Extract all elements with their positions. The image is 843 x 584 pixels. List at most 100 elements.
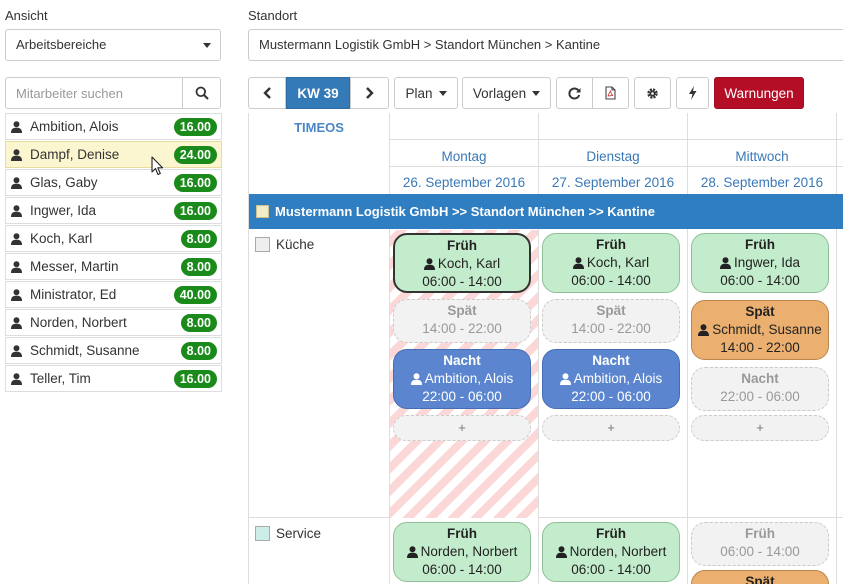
refresh-button[interactable] (556, 77, 593, 109)
standort-select[interactable]: Mustermann Logistik GmbH > Standort Münc… (248, 29, 843, 61)
employee-item[interactable]: Koch, Karl 8.00 (5, 225, 222, 252)
lightning-icon (689, 86, 697, 100)
shift-title: Spät (745, 574, 775, 584)
plan-dropdown[interactable]: Plan (394, 77, 458, 109)
employee-name: Glas, Gaby (30, 175, 98, 190)
employee-item[interactable]: Norden, Norbert 8.00 (5, 309, 222, 336)
hours-badge: 40.00 (173, 285, 217, 304)
day-name: Mittwoch (735, 149, 789, 164)
employee-name: Ambition, Alois (30, 119, 119, 134)
shift-card[interactable]: Früh Ingwer, Ida 06:00 - 14:00 (691, 233, 829, 293)
chevron-down-icon (203, 43, 211, 48)
hours-badge: 16.00 (173, 201, 217, 220)
person-icon (555, 546, 567, 558)
location-color-swatch (256, 205, 269, 218)
employee-item[interactable]: Ambition, Alois 16.00 (5, 113, 222, 140)
shift-time: 14:00 - 22:00 (720, 340, 800, 355)
shift-time: 06:00 - 14:00 (422, 274, 502, 289)
employee-search (5, 77, 221, 109)
hours-badge: 8.00 (180, 313, 217, 332)
shift-title: Spät (447, 303, 477, 318)
person-icon (11, 372, 22, 385)
next-week-button[interactable] (350, 77, 389, 109)
standort-value: Mustermann Logistik GmbH > Standort Münc… (259, 37, 601, 52)
standort-label: Standort (248, 8, 298, 23)
week-button[interactable]: KW 39 (286, 77, 350, 109)
settings-button[interactable] (634, 77, 671, 109)
employee-item[interactable]: Ministrator, Ed 40.00 (5, 281, 222, 308)
prev-week-button[interactable] (248, 77, 286, 109)
search-button[interactable] (182, 78, 220, 108)
employee-name: Schmidt, Susanne (30, 343, 140, 358)
shift-person: Koch, Karl (395, 255, 529, 273)
hours-badge: 8.00 (180, 257, 217, 276)
employee-item[interactable]: Ingwer, Ida 16.00 (5, 197, 222, 224)
shift-card[interactable]: Früh Norden, Norbert 06:00 - 14:00 (393, 522, 531, 582)
gear-icon (647, 87, 658, 99)
shift-title: Früh (447, 238, 477, 253)
chevron-right-icon (366, 87, 374, 99)
location-bar-label: Mustermann Logistik GmbH >> Standort Mün… (275, 204, 655, 219)
shift-person: Norden, Norbert (543, 543, 679, 561)
shift-title: Spät (596, 303, 626, 318)
group-label: Küche (276, 237, 315, 252)
search-input[interactable] (6, 78, 182, 108)
employee-item[interactable]: Teller, Tim 16.00 (5, 365, 222, 392)
group-color-swatch (255, 237, 270, 252)
pdf-button[interactable] (592, 77, 629, 109)
employee-item[interactable]: Messer, Martin 8.00 (5, 253, 222, 280)
search-icon (195, 86, 209, 100)
group-service[interactable]: Service (255, 526, 321, 541)
person-icon (423, 258, 435, 270)
group-kueche[interactable]: Küche (255, 237, 314, 252)
employee-item[interactable]: Schmidt, Susanne 8.00 (5, 337, 222, 364)
employee-name: Koch, Karl (30, 231, 93, 246)
shift-card[interactable]: Nacht 22:00 - 06:00 (691, 367, 829, 411)
hours-badge: 16.00 (173, 369, 217, 388)
flash-button[interactable] (676, 77, 709, 109)
shift-card[interactable]: Spät Schmidt, Susanne 14:00 - 22:00 (691, 300, 829, 360)
ansicht-select[interactable]: Arbeitsbereiche (5, 29, 221, 61)
add-shift-button[interactable]: + (691, 415, 829, 441)
employee-name: Messer, Martin (30, 259, 119, 274)
hours-badge: 16.00 (173, 117, 217, 136)
shift-card[interactable]: Spät 14:00 - 22:00 (393, 299, 531, 343)
employee-item[interactable]: Glas, Gaby 16.00 (5, 169, 222, 196)
vorlagen-dropdown[interactable]: Vorlagen (462, 77, 551, 109)
caret-down-icon (532, 90, 541, 96)
calendar-grid: TIMEOS Montag Dienstag Mittwoch 26. Sept… (248, 113, 843, 584)
person-icon (11, 120, 22, 133)
employee-name: Ministrator, Ed (30, 287, 117, 302)
shift-card[interactable]: Spät (691, 570, 829, 584)
shift-title: Früh (745, 526, 775, 541)
add-shift-button[interactable]: + (542, 415, 680, 441)
shift-card[interactable]: Nacht Ambition, Alois 22:00 - 06:00 (542, 349, 680, 409)
refresh-icon (568, 87, 581, 99)
shift-card[interactable]: Früh Koch, Karl 06:00 - 14:00 (393, 233, 531, 293)
shift-title: Früh (745, 237, 775, 252)
shift-card[interactable]: Spät 14:00 - 22:00 (542, 299, 680, 343)
shift-card[interactable]: Nacht Ambition, Alois 22:00 - 06:00 (393, 349, 531, 409)
person-icon (11, 204, 22, 217)
person-icon (11, 148, 22, 161)
employee-item[interactable]: Dampf, Denise 24.00 (5, 141, 222, 168)
shift-title: Nacht (592, 353, 630, 368)
location-bar[interactable]: Mustermann Logistik GmbH >> Standort Mün… (249, 194, 843, 229)
ansicht-select-value: Arbeitsbereiche (16, 37, 107, 52)
caret-down-icon (438, 90, 447, 96)
shift-card[interactable]: Früh Koch, Karl 06:00 - 14:00 (542, 233, 680, 293)
add-shift-button[interactable]: + (393, 415, 531, 441)
shift-time: 06:00 - 14:00 (720, 273, 800, 288)
brand-logo: TIMEOS (294, 120, 344, 135)
shift-card[interactable]: Früh Norden, Norbert 06:00 - 14:00 (542, 522, 680, 582)
shift-time: 06:00 - 14:00 (571, 562, 651, 577)
person-icon (11, 260, 22, 273)
day-name: Montag (441, 149, 487, 164)
warnings-button[interactable]: Warnungen (714, 77, 804, 109)
person-icon (11, 288, 22, 301)
shift-time: 06:00 - 14:00 (720, 544, 800, 559)
person-icon (698, 324, 710, 336)
shift-card[interactable]: Früh 06:00 - 14:00 (691, 522, 829, 566)
shift-time: 14:00 - 22:00 (422, 321, 502, 336)
group-label: Service (276, 526, 322, 541)
